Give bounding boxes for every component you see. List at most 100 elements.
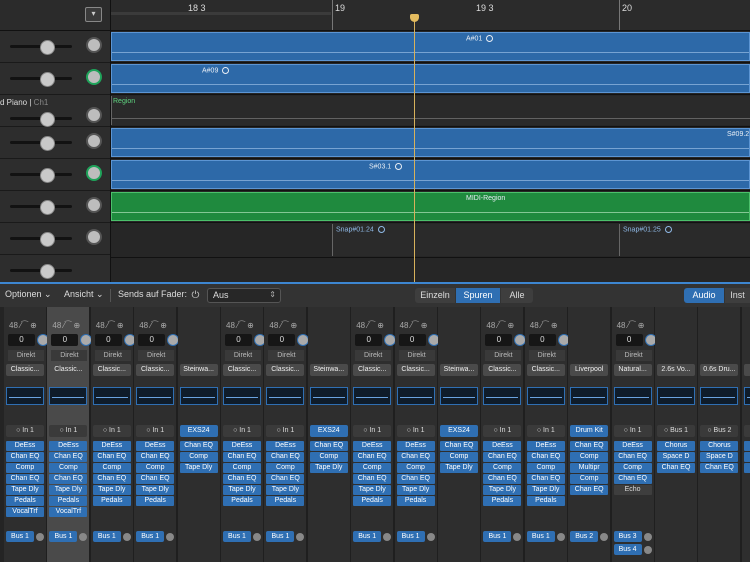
volume-slider[interactable]: [10, 72, 72, 87]
send-slot[interactable]: Bus 1: [353, 531, 382, 542]
volume-thumb[interactable]: [40, 40, 55, 55]
send-level-knob[interactable]: [556, 533, 565, 541]
plugin-slot[interactable]: Chan EQ: [570, 441, 609, 451]
plugin-slot[interactable]: DeEss: [613, 441, 652, 451]
plugin-slot[interactable]: Chan EQ: [309, 441, 348, 451]
send-level-knob[interactable]: [643, 546, 652, 554]
send-level-knob[interactable]: [253, 533, 261, 541]
channel-setting-button[interactable]: 0.9: [743, 364, 750, 376]
plugin-slot[interactable]: Tape Dly: [49, 485, 88, 495]
plugin-slot[interactable]: Chorus: [657, 441, 695, 451]
channel-setting-button[interactable]: Steinwa...: [440, 364, 478, 376]
channel-setting-button[interactable]: Classic...: [136, 364, 175, 376]
plugin-slot[interactable]: Chan EQ: [266, 452, 305, 462]
channel-strip[interactable]: 48 ⁄⁀ ⊕ 0 Direkt Classic... ○ In 1 DeEss Chan …: [221, 307, 266, 562]
eq-display[interactable]: [396, 387, 435, 405]
send-slot[interactable]: Bus 1: [483, 531, 512, 542]
channel-strip[interactable]: 48 ⁄⁀ ⊕ 0 Direkt Classic... ○ In 1 DeEss Chan …: [4, 307, 49, 562]
plugin-slot[interactable]: Pedals: [526, 496, 565, 506]
channel-setting-button[interactable]: Classic...: [266, 364, 305, 376]
plugin-slot[interactable]: Chan EQ: [92, 452, 131, 462]
plugin-slot[interactable]: Pedals: [266, 496, 305, 506]
send-level-knob[interactable]: [643, 533, 652, 541]
input-slot[interactable]: ○ In 1: [136, 425, 175, 437]
plugin-slot[interactable]: Space D: [700, 452, 739, 462]
volume-thumb[interactable]: [40, 168, 55, 183]
eq-display[interactable]: [223, 387, 261, 405]
bar-ruler[interactable]: 18 3 19 19 3 20: [111, 0, 750, 31]
midi-region[interactable]: MIDI-Region: [111, 192, 750, 221]
gain-field[interactable]: 0: [615, 334, 643, 346]
plugin-slot[interactable]: Comp: [353, 463, 392, 473]
plugin-slot[interactable]: DeEss: [396, 441, 435, 451]
send-level-knob[interactable]: [122, 533, 131, 541]
volume-thumb[interactable]: [40, 136, 55, 151]
plugin-slot[interactable]: Chan EQ: [353, 474, 392, 484]
monitoring-mode[interactable]: Direkt: [94, 350, 131, 361]
drummer-region[interactable]: Snap#01.25: [619, 224, 750, 256]
plugin-slot[interactable]: Chan EQ: [136, 452, 175, 462]
audio-region[interactable]: A#01: [111, 32, 750, 61]
input-slot[interactable]: ○ In 1: [49, 425, 88, 437]
channel-setting-button[interactable]: Classic...: [526, 364, 565, 376]
plugin-slot[interactable]: DeEss: [266, 441, 305, 451]
channel-strip[interactable]: 2.6s Vo... ○ Bus 1 Chorus Space D Chan EQ: [655, 307, 699, 562]
midi-region[interactable]: Region: [111, 96, 750, 125]
send-level-knob[interactable]: [166, 533, 175, 541]
plugin-slot[interactable]: Chan EQ: [136, 474, 175, 484]
input-slot[interactable]: ○ In 1: [353, 425, 392, 437]
gain-field[interactable]: 0: [485, 334, 513, 346]
gain-field[interactable]: 0: [225, 334, 252, 346]
plugin-slot[interactable]: Chan EQ: [483, 474, 522, 484]
channel-setting-button[interactable]: Classic...: [483, 364, 522, 376]
channel-strip[interactable]: 48 ⁄⁀ ⊕ 0 Direkt Classic... ○ In 1 DeEss Chan …: [481, 307, 527, 562]
plugin-slot[interactable]: Comp: [440, 452, 478, 462]
monitoring-mode[interactable]: Direkt: [138, 350, 175, 361]
channel-setting-button[interactable]: Classic...: [92, 364, 131, 376]
plugin-slot[interactable]: Chan EQ: [396, 474, 435, 484]
plugin-slot[interactable]: Tape Dly: [309, 463, 348, 473]
input-slot[interactable]: ○ Bus 2: [700, 425, 739, 437]
pan-knob[interactable]: [86, 37, 102, 53]
volume-slider[interactable]: [10, 40, 72, 55]
audio-region[interactable]: S#03.1: [111, 160, 750, 189]
plugin-slot[interactable]: Chan EQ: [6, 474, 44, 484]
plugin-slot[interactable]: Chan EQ: [396, 452, 435, 462]
eq-display[interactable]: [743, 387, 750, 405]
power-icon[interactable]: ⏻: [189, 289, 202, 302]
plugin-slot[interactable]: Chan EQ: [570, 485, 609, 495]
channel-strip[interactable]: Steinwa... EXS24 Chan EQ Comp Tape Dly: [307, 307, 352, 562]
eq-display[interactable]: [440, 387, 478, 405]
plugin-slot[interactable]: Comp: [483, 463, 522, 473]
channel-strip[interactable]: 48 ⁄⁀ ⊕ 0 Direkt Classic... ○ In 1 DeEss Chan …: [524, 307, 570, 562]
plugin-slot[interactable]: Comp: [92, 463, 131, 473]
input-slot[interactable]: EXS24: [179, 425, 218, 437]
channel-setting-button[interactable]: Classic...: [49, 364, 88, 376]
eq-display[interactable]: [49, 387, 88, 405]
track-lane[interactable]: S#09.2: [111, 127, 750, 159]
send-level-knob[interactable]: [426, 533, 435, 541]
plugin-slot[interactable]: Chan EQ: [179, 441, 218, 451]
volume-slider[interactable]: [10, 200, 72, 215]
channel-setting-button[interactable]: Classic...: [396, 364, 435, 376]
track-header[interactable]: d Piano | Ch1: [0, 95, 110, 127]
plugin-slot[interactable]: Pedals: [483, 496, 522, 506]
plugin-slot[interactable]: Chan EQ: [49, 452, 88, 462]
plugin-slot[interactable]: Multipr: [570, 463, 609, 473]
plugin-slot[interactable]: Comp: [49, 463, 88, 473]
eq-display[interactable]: [309, 387, 348, 405]
pan-knob[interactable]: [86, 133, 102, 149]
gain-field[interactable]: 0: [268, 334, 296, 346]
plugin-slot[interactable]: Pedals: [92, 496, 131, 506]
send-slot[interactable]: Bus 1: [266, 531, 295, 542]
eq-display[interactable]: [6, 387, 44, 405]
channel-strip[interactable]: 48 ⁄⁀ ⊕ 0 Direkt Classic... ○ In 1 DeEss Chan …: [394, 307, 440, 562]
channel-strip[interactable]: Steinwa... EXS24 Chan EQ Comp Tape Dly: [438, 307, 482, 562]
drummer-region[interactable]: Snap#01.24: [332, 224, 619, 256]
plugin-slot[interactable]: Chan EQ: [613, 452, 652, 462]
send-slot[interactable]: Bus 3: [613, 531, 642, 542]
plugin-slot[interactable]: DeEss: [92, 441, 131, 451]
volume-thumb[interactable]: [40, 232, 55, 247]
monitoring-mode[interactable]: Direkt: [225, 350, 261, 361]
send-slot[interactable]: Bus 1: [136, 531, 165, 542]
